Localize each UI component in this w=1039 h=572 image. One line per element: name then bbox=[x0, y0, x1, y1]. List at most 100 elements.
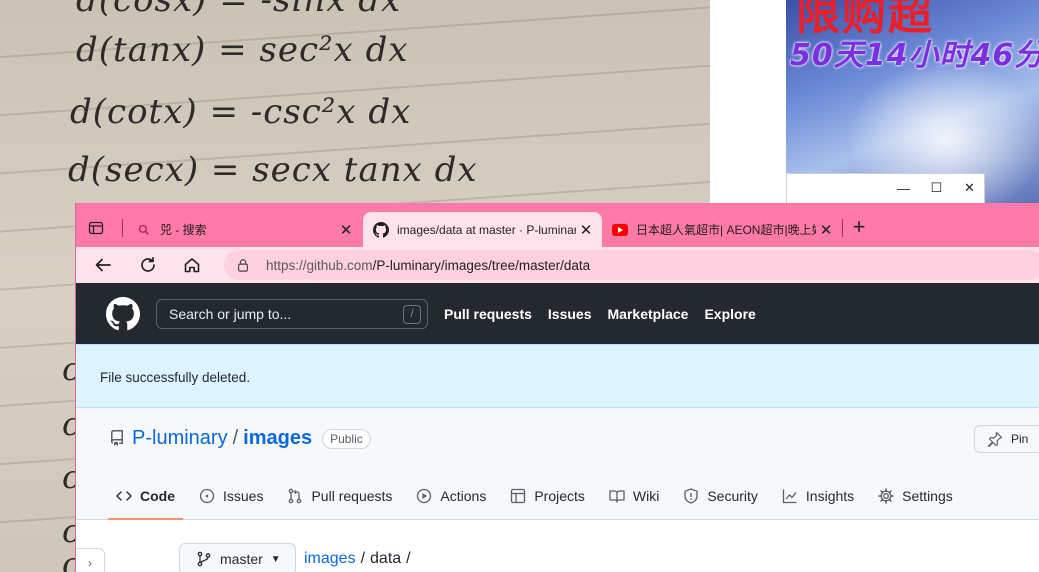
pin-button[interactable]: Pin bbox=[974, 425, 1039, 453]
branch-name: master bbox=[220, 551, 263, 567]
close-tab-icon[interactable]: ✕ bbox=[336, 220, 356, 240]
close-tab-icon[interactable]: ✕ bbox=[576, 220, 596, 240]
url-text: https://github.com/P-luminary/images/tre… bbox=[266, 258, 590, 273]
search-shortcut-key: / bbox=[403, 305, 421, 324]
breadcrumb-current: data bbox=[370, 550, 402, 567]
breadcrumb-separator: / bbox=[360, 550, 366, 567]
tab-label: Settings bbox=[902, 488, 953, 504]
back-arrow-icon bbox=[95, 258, 111, 272]
branch-selector[interactable]: master ▼ bbox=[179, 543, 296, 572]
close-window-button[interactable]: ✕ bbox=[953, 174, 986, 202]
play-icon bbox=[417, 488, 432, 504]
pin-label: Pin bbox=[1011, 432, 1029, 446]
visibility-badge: Public bbox=[322, 428, 371, 449]
tab-strip: 兕 - 搜索 ✕ images/data at master · P-lumin… bbox=[76, 203, 1039, 247]
tab-youtube[interactable]: 日本超人氣超市| AEON超市|晚上好 ✕ bbox=[602, 212, 842, 247]
tab-label: Code bbox=[140, 488, 175, 504]
github-icon bbox=[373, 221, 389, 238]
nav-pull-requests[interactable]: Pull requests bbox=[444, 306, 532, 322]
branch-icon bbox=[197, 551, 211, 567]
search-placeholder: Search or jump to... bbox=[169, 306, 292, 322]
nav-marketplace[interactable]: Marketplace bbox=[608, 306, 689, 322]
breadcrumb-separator: / bbox=[406, 550, 411, 567]
tab-settings[interactable]: Settings bbox=[870, 473, 961, 519]
browser-window: 兕 - 搜索 ✕ images/data at master · P-lumin… bbox=[75, 203, 1039, 572]
home-button[interactable] bbox=[180, 253, 204, 277]
tab-label: Issues bbox=[223, 488, 264, 504]
tab-code[interactable]: Code bbox=[108, 473, 183, 520]
reload-button[interactable] bbox=[136, 253, 160, 277]
gear-icon bbox=[878, 488, 894, 504]
tab-search[interactable]: 兕 - 搜索 ✕ bbox=[126, 212, 362, 247]
tab-projects[interactable]: Projects bbox=[502, 473, 593, 519]
repo-icon bbox=[109, 430, 125, 446]
handwritten-line: d(tanx) = sec²x dx bbox=[76, 30, 409, 70]
tab-label: Actions bbox=[440, 488, 487, 504]
repo-owner-link[interactable]: P-luminary bbox=[132, 427, 228, 450]
flash-notice: File successfully deleted. bbox=[76, 344, 1039, 408]
tab-title: 兕 - 搜索 bbox=[160, 223, 207, 237]
pull-request-icon bbox=[289, 488, 302, 504]
blank-window-area bbox=[710, 0, 788, 210]
tab-separator bbox=[122, 219, 123, 237]
tab-separator bbox=[842, 219, 843, 237]
url-host: https://github.com bbox=[266, 257, 373, 273]
repo-title-separator: / bbox=[232, 427, 239, 449]
repo-tabs: Code Issues Pull requests Actions Projec… bbox=[108, 473, 969, 520]
nav-issues[interactable]: Issues bbox=[548, 306, 592, 322]
reload-icon bbox=[141, 256, 155, 272]
github-logo-icon[interactable] bbox=[106, 297, 140, 331]
repo-name-link[interactable]: images bbox=[243, 427, 312, 450]
github-nav: Pull requests Issues Marketplace Explore bbox=[444, 283, 772, 344]
ad-countdown: 50天14小时46分 bbox=[790, 38, 1039, 73]
handwritten-line: d(secx) = secx tanx dx bbox=[68, 150, 478, 190]
table-icon bbox=[511, 488, 526, 504]
lock-icon[interactable] bbox=[236, 257, 252, 273]
tab-label: Security bbox=[707, 488, 758, 504]
back-button[interactable] bbox=[91, 253, 115, 277]
new-tab-button[interactable]: + bbox=[848, 216, 870, 239]
background-window-titlebar: — ☐ ✕ bbox=[786, 173, 985, 205]
graph-icon bbox=[782, 489, 797, 504]
pin-icon bbox=[987, 431, 1003, 447]
tab-pull-requests[interactable]: Pull requests bbox=[279, 473, 400, 519]
tab-label: Pull requests bbox=[311, 488, 393, 504]
flash-message: File successfully deleted. bbox=[100, 370, 251, 385]
breadcrumb: images / data / bbox=[304, 550, 416, 568]
tab-label: Wiki bbox=[632, 488, 660, 504]
tab-github[interactable]: images/data at master · P-luminary/image… bbox=[363, 212, 602, 247]
url-path: /P-luminary/images/tree/master/data bbox=[372, 257, 591, 273]
repo-title: P-luminary / images Public bbox=[132, 427, 371, 450]
tab-issues[interactable]: Issues bbox=[191, 473, 271, 519]
nav-explore[interactable]: Explore bbox=[704, 306, 755, 322]
tab-title: 日本超人氣超市| AEON超市|晚上好 bbox=[636, 223, 816, 237]
breadcrumb-repo-link[interactable]: images bbox=[304, 550, 356, 567]
issue-icon bbox=[199, 488, 215, 504]
tab-wiki[interactable]: Wiki bbox=[601, 473, 667, 519]
handwritten-line: d(cotx) = -csc²x dx bbox=[70, 92, 412, 132]
search-icon bbox=[136, 222, 152, 238]
home-icon bbox=[184, 258, 200, 273]
tab-actions-icon[interactable] bbox=[85, 217, 107, 239]
github-header: Search or jump to... / Pull requests Iss… bbox=[76, 283, 1039, 344]
expand-sidebar-button[interactable]: › bbox=[76, 548, 105, 572]
close-tab-icon[interactable]: ✕ bbox=[816, 220, 836, 240]
tab-title: images/data at master · P-luminary/image… bbox=[397, 222, 576, 237]
maximize-button[interactable]: ☐ bbox=[920, 174, 953, 202]
caret-down-icon: ▼ bbox=[270, 553, 281, 565]
browser-toolbar: https://github.com/P-luminary/images/tre… bbox=[76, 247, 1039, 283]
address-bar[interactable]: https://github.com/P-luminary/images/tre… bbox=[224, 250, 1039, 280]
chevron-right-icon: › bbox=[88, 556, 92, 570]
tab-actions[interactable]: Actions bbox=[408, 473, 494, 519]
book-icon bbox=[609, 490, 625, 503]
tab-security[interactable]: Security bbox=[675, 473, 766, 519]
handwritten-line: d(cosx) = -sinx dx bbox=[76, 0, 402, 20]
tab-label: Projects bbox=[534, 488, 585, 504]
shield-icon bbox=[684, 488, 698, 504]
search-input[interactable]: Search or jump to... / bbox=[156, 299, 428, 329]
youtube-icon bbox=[612, 222, 628, 238]
tab-label: Insights bbox=[805, 488, 855, 504]
tab-insights[interactable]: Insights bbox=[774, 473, 862, 519]
minimize-button[interactable]: — bbox=[887, 174, 920, 202]
code-icon bbox=[116, 491, 132, 501]
